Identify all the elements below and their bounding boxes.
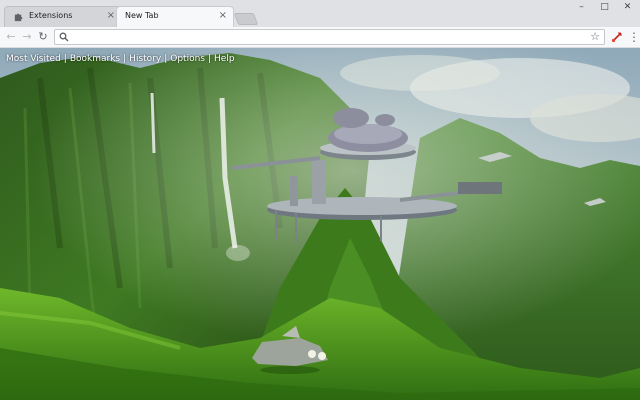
close-tab-icon[interactable]: × [219,10,227,22]
bookmarks-link[interactable]: Bookmarks [70,54,120,64]
options-link[interactable]: Options [170,54,205,64]
extension-icon[interactable] [610,30,624,44]
close-window-button[interactable]: ✕ [615,0,640,14]
omnibox[interactable]: ☆ [54,29,605,45]
most-visited-link[interactable]: Most Visited [6,54,61,64]
close-tab-icon[interactable]: × [107,10,115,22]
reload-button[interactable]: ↻ [36,30,50,44]
tab-title: Extensions [29,11,73,20]
nav-separator: | [63,54,67,64]
puzzle-icon [14,13,23,22]
maximize-button[interactable]: □ [592,0,617,14]
new-tab-page: Most Visited | Bookmarks | History | Options | H… [0,48,640,400]
minimize-button[interactable]: – [569,0,594,14]
nav-separator: | [207,54,212,64]
tab-extensions[interactable]: Extensions × [4,6,122,27]
tab-title: New Tab [125,11,159,20]
background-image [0,48,640,400]
new-tab-button[interactable] [233,13,259,25]
history-link[interactable]: History [129,54,161,64]
forward-button[interactable]: → [20,30,34,44]
nav-separator: | [123,54,127,64]
nav-separator: | [164,54,168,64]
back-button[interactable]: ← [4,30,18,44]
toolbar: ← → ↻ ☆ [0,27,640,48]
tab-new-tab[interactable]: New Tab × [116,6,234,27]
address-input[interactable] [71,30,581,44]
tab-strip: Extensions × New Tab × – □ ✕ [0,0,640,27]
bookmark-star-icon[interactable]: ☆ [590,30,600,44]
menu-icon[interactable]: ⋮ [628,30,640,44]
help-link[interactable]: Help [214,54,235,64]
search-icon [59,32,69,42]
new-tab-nav: Most Visited | Bookmarks | History | Options | H… [6,54,235,64]
